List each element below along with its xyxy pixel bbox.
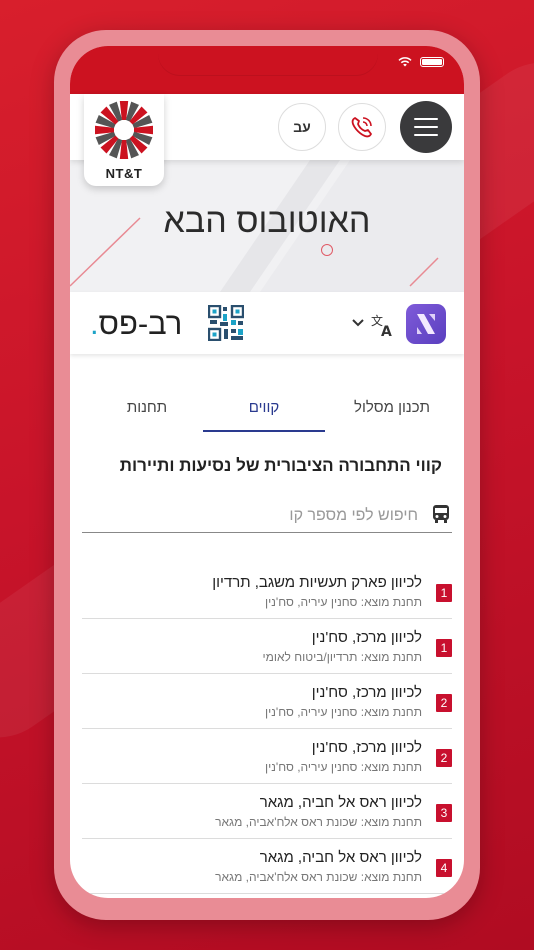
- section-title: קווי התחבורה הציבורית של נסיעות ותיירות: [119, 456, 442, 475]
- logo-emblem-icon: [95, 101, 153, 159]
- brand-bar: 文 A רב-פס.: [70, 292, 464, 354]
- line-number-badge: 1: [436, 639, 452, 657]
- hero-ring-decoration: [321, 244, 333, 256]
- line-direction: לכיוון מרכז, סח'נין: [311, 684, 422, 701]
- line-number-badge: 2: [436, 749, 452, 767]
- logo-text: NT&T: [105, 166, 143, 181]
- nt-t-logo[interactable]: NT&T: [84, 94, 164, 186]
- hero-title: האוטובוס הבא: [163, 202, 371, 240]
- line-direction: לכיוון פארק תעשיות משגב, תרדיון: [212, 574, 422, 591]
- menu-button[interactable]: [400, 101, 452, 153]
- translate-icon[interactable]: 文 A: [370, 312, 396, 338]
- status-icons: [398, 57, 444, 67]
- line-origin-station: תחנת מוצא: שכונת ראס אלח'אביה, מגאר: [215, 815, 422, 829]
- line-direction: לכיוון מרכז, סח'נין: [311, 739, 422, 756]
- tab-bar: תכנון מסלול קווים תחנות: [70, 386, 464, 432]
- line-direction: לכיוון ראס אל חביה, מגאר: [259, 794, 422, 811]
- line-origin-station: תחנת מוצא: סחנין עיריה, סח'נין: [265, 595, 422, 609]
- line-list-item[interactable]: 1 לכיוון מרכז, סח'נין תחנת מוצא: תרדיון/בי…: [82, 619, 452, 674]
- hamburger-icon-bar: [414, 118, 438, 120]
- line-number-badge: 3: [436, 804, 452, 822]
- qr-code-icon[interactable]: [208, 305, 244, 341]
- bus-icon: [433, 505, 449, 523]
- call-button[interactable]: [338, 103, 386, 151]
- line-origin-station: תחנת מוצא: תרדיון/ביטוח לאומי: [262, 650, 422, 664]
- line-list-item[interactable]: 2 לכיוון מרכז, סח'נין תחנת מוצא: סחנין עיר…: [82, 729, 452, 784]
- ravpas-logo: רב-פס.: [90, 306, 182, 342]
- ravpas-text: רב-פס: [98, 306, 183, 341]
- tab-route-planning[interactable]: תכנון מסלול: [332, 386, 452, 430]
- line-list-item[interactable]: 1 לכיוון פארק תעשיות משגב, תרדיון תחנת מוצ…: [82, 564, 452, 619]
- line-origin-station: תחנת מוצא: סחנין עיריה, סח'נין: [265, 705, 422, 719]
- tab-lines[interactable]: קווים: [203, 386, 325, 432]
- lines-list: 1 לכיוון פארק תעשיות משגב, תרדיון תחנת מוצ…: [82, 564, 452, 894]
- line-direction: לכיוון מרכז, סח'נין: [311, 629, 422, 646]
- line-list-item[interactable]: 4 לכיוון ראס אל חביה, מגאר תחנת מוצא: שכונ…: [82, 839, 452, 894]
- hamburger-icon-bar: [414, 134, 438, 136]
- line-list-item[interactable]: 3 לכיוון ראס אל חביה, מגאר תחנת מוצא: שכונ…: [82, 784, 452, 839]
- app-x-icon[interactable]: [406, 304, 446, 344]
- line-origin-station: תחנת מוצא: שכונת ראס אלח'אביה, מגאר: [215, 870, 422, 884]
- chevron-down-icon[interactable]: [352, 318, 364, 328]
- line-number-badge: 4: [436, 859, 452, 877]
- ravpas-dot: .: [90, 306, 99, 341]
- phone-call-icon: [351, 117, 372, 138]
- battery-icon: [420, 57, 444, 67]
- svg-text:A: A: [381, 324, 392, 338]
- tab-stations[interactable]: תחנות: [92, 386, 202, 430]
- wifi-icon: [398, 57, 412, 67]
- line-search-input[interactable]: [96, 502, 420, 530]
- hamburger-icon-bar: [414, 126, 438, 128]
- line-list-item[interactable]: 2 לכיוון מרכז, סח'נין תחנת מוצא: סחנין עיר…: [82, 674, 452, 729]
- language-button[interactable]: עב: [278, 103, 326, 151]
- status-bar: [70, 46, 464, 94]
- x-glyph-icon: [417, 314, 435, 334]
- line-number-badge: 2: [436, 694, 452, 712]
- app-screen: עב NT&T האוטובוס הבא 文 A רב-פס. תכנון מס…: [70, 46, 464, 898]
- line-direction: לכיוון ראס אל חביה, מגאר: [259, 849, 422, 866]
- search-bar: [82, 498, 452, 533]
- device-notch: [158, 46, 378, 76]
- line-origin-station: תחנת מוצא: סחנין עיריה, סח'נין: [265, 760, 422, 774]
- line-number-badge: 1: [436, 584, 452, 602]
